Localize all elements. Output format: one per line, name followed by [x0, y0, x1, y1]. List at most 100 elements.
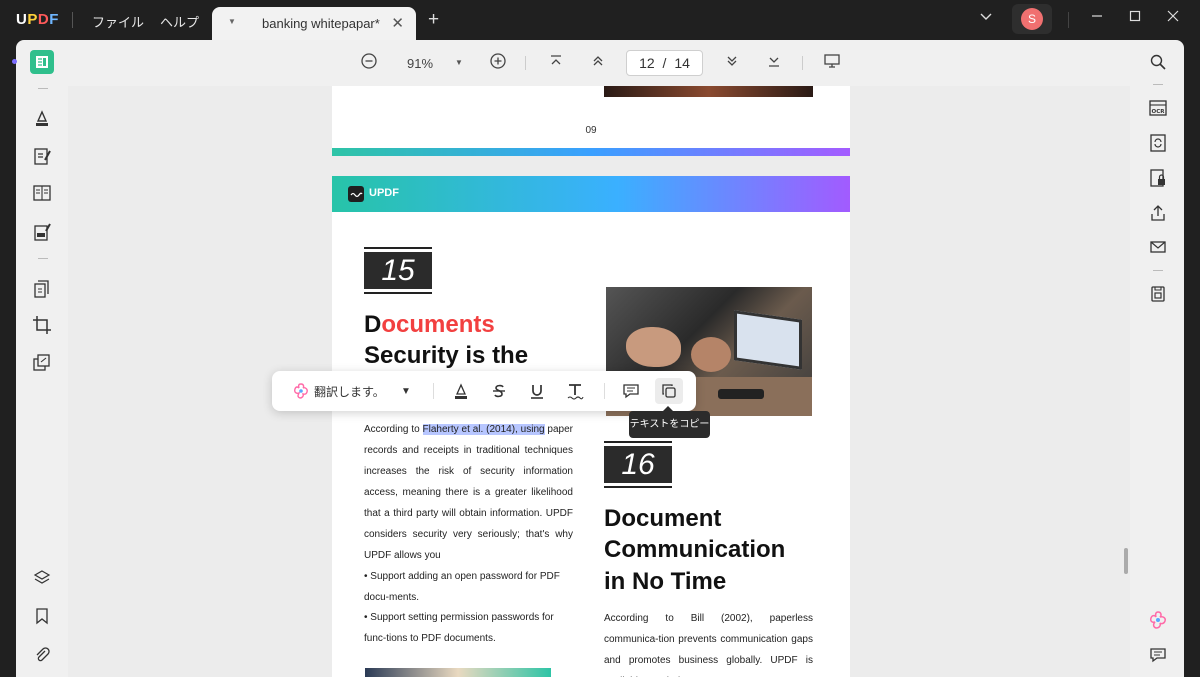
- title-separator: [1068, 12, 1069, 28]
- toolbar-separator: [802, 56, 803, 70]
- title-separator: [72, 12, 73, 28]
- previous-page-icon[interactable]: [590, 52, 606, 70]
- share-icon[interactable]: [1146, 201, 1170, 225]
- bullet-item: • Support setting permission passwords f…: [364, 612, 554, 644]
- tab-dropdown-icon[interactable]: ▼: [228, 17, 236, 26]
- protect-icon[interactable]: [1146, 166, 1170, 190]
- add-comment-icon[interactable]: [620, 380, 642, 402]
- tool-separator: [1153, 84, 1163, 85]
- menu-help[interactable]: ヘルプ: [160, 12, 199, 31]
- ocr-icon[interactable]: OCR: [1146, 96, 1170, 120]
- new-tab-icon[interactable]: +: [428, 9, 439, 31]
- zoom-in-icon[interactable]: [489, 52, 507, 70]
- photo-laptop: [734, 310, 802, 370]
- vertical-scrollbar[interactable]: [1124, 548, 1128, 574]
- search-icon[interactable]: [1146, 50, 1170, 74]
- layers-icon[interactable]: [30, 566, 54, 590]
- squiggly-text-icon[interactable]: [564, 380, 586, 402]
- last-page-icon[interactable]: [766, 52, 782, 70]
- photo-hand: [691, 337, 731, 372]
- attachment-icon[interactable]: [30, 643, 54, 667]
- translate-label[interactable]: 翻訳します。: [314, 380, 385, 402]
- translate-dropdown-icon[interactable]: ▼: [400, 380, 412, 402]
- previous-page-image: [604, 86, 813, 97]
- tool-separator: [38, 88, 48, 89]
- section-heading-line2: Security is the: [364, 342, 529, 369]
- save-icon[interactable]: [1146, 282, 1170, 306]
- next-page-icon[interactable]: [724, 52, 740, 70]
- fill-sign-icon[interactable]: [30, 220, 54, 244]
- para-text: paper records and receipts in traditiona…: [364, 424, 574, 561]
- zoom-dropdown-icon[interactable]: ▼: [455, 58, 463, 67]
- section-number: 15: [364, 252, 432, 289]
- page-header-banner: [332, 176, 850, 212]
- logo-letter: F: [49, 11, 59, 28]
- tool-separator: [1153, 270, 1163, 271]
- menu-file[interactable]: ファイル: [92, 12, 144, 31]
- current-page: 12: [639, 55, 655, 71]
- section-number: 16: [604, 446, 672, 483]
- ai-assistant-icon[interactable]: [1146, 608, 1170, 632]
- first-page-icon[interactable]: [548, 52, 564, 70]
- zoom-out-icon[interactable]: [360, 52, 378, 70]
- minimize-icon[interactable]: [1090, 9, 1104, 23]
- page-separator: /: [662, 55, 667, 71]
- selected-text[interactable]: Flaherty et al. (2014), using: [422, 424, 545, 435]
- page-footer-bar: [332, 148, 850, 156]
- window-right-edge: [1184, 40, 1200, 677]
- svg-text:OCR: OCR: [1152, 109, 1166, 115]
- email-icon[interactable]: [1146, 235, 1170, 259]
- maximize-icon[interactable]: [1128, 9, 1142, 23]
- tab-title: banking whitepapar*: [262, 16, 380, 31]
- comment-tool-icon[interactable]: [30, 106, 54, 130]
- updf-logo: UPDF: [16, 11, 59, 28]
- tool-separator: [38, 258, 48, 259]
- page-gap: [332, 156, 850, 176]
- photo-hand: [626, 327, 681, 367]
- convert-icon[interactable]: [1146, 131, 1170, 155]
- active-indicator-dot: [12, 59, 17, 64]
- underline-icon[interactable]: [526, 380, 548, 402]
- section-number-box: 15: [364, 247, 432, 294]
- crop-icon[interactable]: [30, 313, 54, 337]
- page-image: [365, 668, 551, 677]
- bookmark-icon[interactable]: [30, 604, 54, 628]
- para-text: According to: [364, 424, 423, 435]
- copy-text-tooltip: テキストをコピー: [629, 406, 710, 438]
- toolbar-separator: [525, 56, 526, 70]
- zoom-level[interactable]: 91%: [407, 56, 433, 71]
- section-heading: in No Time: [604, 568, 727, 595]
- reader-mode-icon[interactable]: [30, 50, 54, 74]
- close-window-icon[interactable]: [1166, 9, 1180, 23]
- toolbar-separator: [604, 383, 605, 399]
- updf-banner-logo-icon: [348, 186, 364, 202]
- comment-list-icon[interactable]: [1146, 643, 1170, 667]
- avatar[interactable]: S: [1021, 8, 1043, 30]
- highlight-icon[interactable]: [450, 380, 472, 402]
- presentation-icon[interactable]: [823, 52, 841, 70]
- section-heading: Documents: [364, 309, 495, 340]
- heading-first-letter: D: [364, 311, 382, 338]
- page-number-input[interactable]: 12 / 14: [626, 50, 703, 76]
- document-tab[interactable]: ▼ banking whitepapar* ✕: [212, 7, 416, 40]
- section-paragraph[interactable]: According to Flaherty et al. (2014), usi…: [364, 419, 573, 566]
- edit-pdf-icon[interactable]: [30, 144, 54, 168]
- page-tools-icon[interactable]: [30, 351, 54, 375]
- logo-letter: U: [16, 11, 28, 28]
- ai-translate-icon[interactable]: [291, 380, 311, 402]
- form-tool-icon[interactable]: [30, 181, 54, 205]
- section-number-box: 16: [604, 441, 672, 488]
- logo-letter: D: [37, 11, 50, 28]
- section-heading: Communication: [604, 536, 786, 563]
- total-pages: 14: [674, 55, 690, 71]
- chevron-down-icon[interactable]: [979, 9, 993, 23]
- section-paragraph: According to Bill (2002), paperless comm…: [604, 613, 813, 677]
- bullet-item: • Support adding an open password for PD…: [364, 571, 560, 603]
- copy-text-icon[interactable]: [658, 380, 680, 402]
- tab-close-icon[interactable]: ✕: [391, 14, 404, 32]
- banner-text: UPDF: [369, 187, 399, 199]
- strikethrough-icon[interactable]: [488, 380, 510, 402]
- logo-letter: P: [27, 11, 38, 28]
- section-heading: Document: [604, 505, 722, 532]
- organize-pages-icon[interactable]: [30, 277, 54, 301]
